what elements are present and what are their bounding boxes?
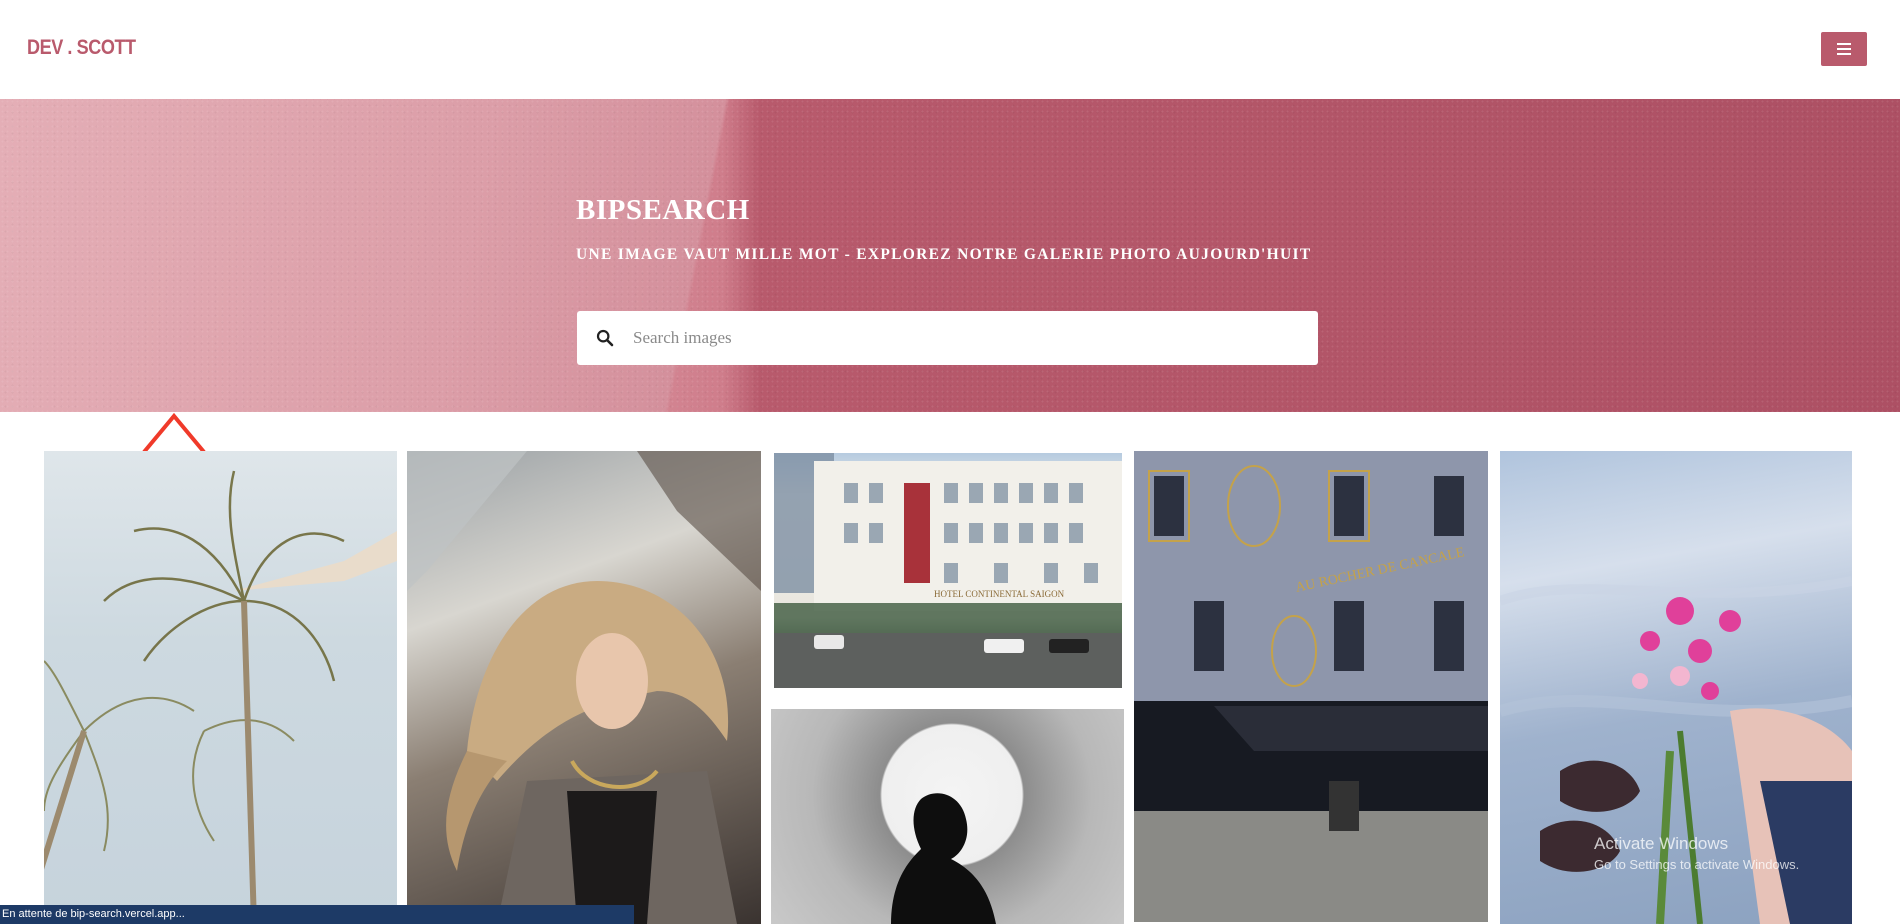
- gallery-image-hotel-continental[interactable]: HOTEL CONTINENTAL SAIGON: [774, 453, 1122, 688]
- windows-activation-watermark: Activate Windows Go to Settings to activ…: [1594, 834, 1799, 872]
- browser-status-bar: En attente de bip-search.vercel.app...: [0, 905, 634, 924]
- watermark-title: Activate Windows: [1594, 834, 1729, 853]
- gallery-image-cancale-building[interactable]: AU ROCHER DE CANCALE: [1134, 451, 1488, 922]
- gallery-image-woman-flowing-hair[interactable]: [407, 451, 761, 924]
- watermark-subtitle: Go to Settings to activate Windows.: [1594, 857, 1800, 872]
- hero-banner: BIPSEARCH UNE IMAGE VAUT MILLE MOT - EXP…: [0, 99, 1900, 412]
- search-input[interactable]: [633, 311, 1318, 365]
- page-subtitle: UNE IMAGE VAUT MILLE MOT - EXPLOREZ NOTR…: [576, 246, 1312, 263]
- hamburger-menu-icon: [1837, 43, 1851, 55]
- gallery-image-palm-trees[interactable]: [44, 451, 397, 924]
- search-icon[interactable]: [577, 329, 633, 347]
- gallery-image-woman-moon[interactable]: [771, 709, 1124, 924]
- hotel-sign: HOTEL CONTINENTAL SAIGON: [934, 589, 1065, 599]
- page-title: BIPSEARCH: [576, 194, 750, 226]
- decorative-triangle-icon: [142, 412, 206, 452]
- brand-logo[interactable]: DEV . SCOTT: [27, 36, 136, 60]
- search-bar[interactable]: [577, 311, 1318, 365]
- top-navbar: DEV . SCOTT: [0, 0, 1900, 99]
- menu-toggle-button[interactable]: [1821, 32, 1867, 66]
